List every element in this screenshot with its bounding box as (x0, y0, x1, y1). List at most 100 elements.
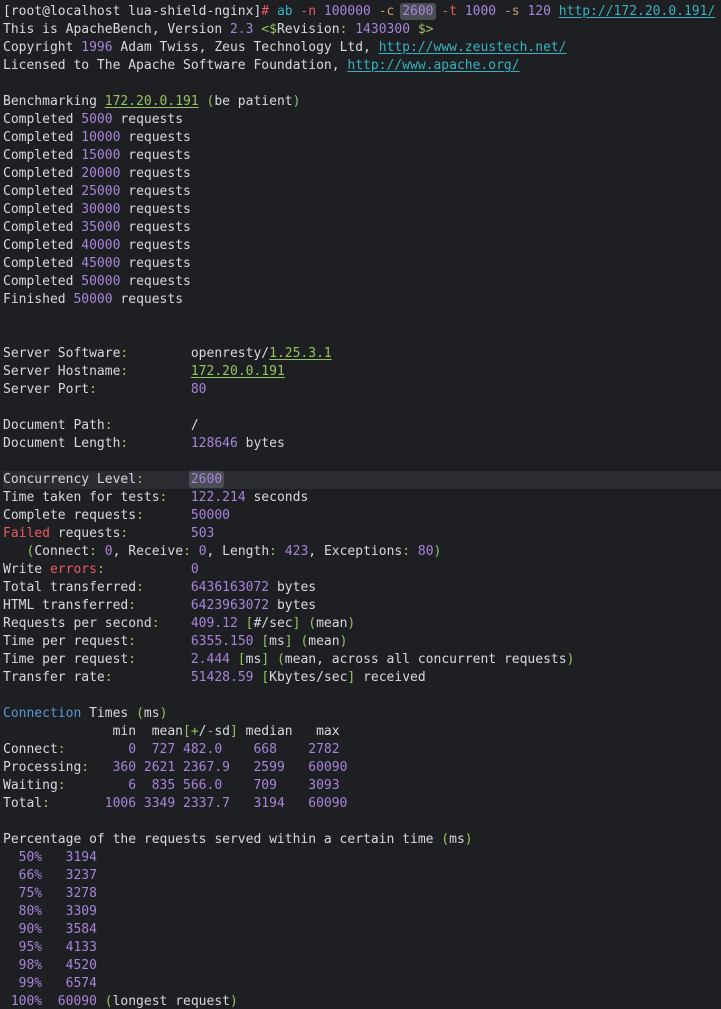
text-segment (97, 544, 105, 559)
copyright-line: Copyright 1996 Adam Twiss, Zeus Technolo… (3, 39, 721, 57)
flag-s: -s (504, 4, 520, 19)
text-segment: 90% 3584 (3, 922, 97, 937)
text-segment: ( (308, 616, 316, 631)
percentile-row: 95% 4133 (3, 939, 721, 957)
stat-server-hostname: Server Hostname: 172.20.0.191 (3, 363, 721, 381)
text-segment: 423 (285, 544, 308, 559)
text-segment (496, 4, 504, 19)
text-segment: Completed (3, 112, 81, 127)
text-segment: Document Length (3, 436, 120, 451)
text-segment: : (128, 652, 136, 667)
blank-line (3, 687, 721, 705)
text-segment (144, 472, 191, 487)
text-segment: + (191, 724, 199, 739)
finished-line: Finished 50000 requests (3, 291, 721, 309)
text-segment: ) (465, 832, 473, 847)
text-segment: , Receive (113, 544, 183, 559)
text-segment: bytes (238, 436, 285, 451)
text-segment: ] (285, 634, 293, 649)
text-segment: requests (120, 148, 190, 163)
text-segment: sd (214, 724, 230, 739)
stat-complete-requests: Complete requests: 50000 (3, 507, 721, 525)
stat-write-errors: Write errors: 0 (3, 561, 721, 579)
stat-document-length: Document Length: 128646 bytes (3, 435, 721, 453)
value-timeout: 120 (527, 4, 550, 19)
text-segment: 1.25.3.1 (269, 346, 332, 361)
text-segment: 10000 (81, 130, 120, 145)
flag-n: -n (300, 4, 316, 19)
shell-prompt: [root@localhost lua-shield-nginx] (3, 4, 261, 19)
connection-times-waiting: Waiting: 6 835 566.0 709 3093 (3, 777, 721, 795)
url-link[interactable]: http://172.20.0.191/ (559, 4, 716, 19)
text-segment: 1430300 (355, 22, 410, 37)
text-segment: Kbytes/sec (269, 670, 347, 685)
text-segment: ms (144, 706, 160, 721)
text-segment (230, 652, 238, 667)
text-segment: : (97, 562, 105, 577)
blank-line (3, 453, 721, 471)
text-segment: : (81, 760, 89, 775)
text-segment: : (128, 634, 136, 649)
text-segment (238, 616, 246, 631)
url-link[interactable]: http://www.apache.org/ (347, 58, 519, 73)
text-segment: ) (230, 994, 238, 1009)
stat-transfer-rate: Transfer rate: 51428.59 [Kbytes/sec] rec… (3, 669, 721, 687)
stat-requests-per-second: Requests per second: 409.12 [#/sec] (mea… (3, 615, 721, 633)
text-segment (410, 22, 418, 37)
text-segment: 6436163072 (191, 580, 269, 595)
benchmarking-line: Benchmarking 172.20.0.191 (be patient) (3, 93, 721, 111)
stat-total-transferred: Total transferred: 6436163072 bytes (3, 579, 721, 597)
text-segment: Server Hostname (3, 364, 120, 379)
text-segment: 100% 60090 (3, 994, 105, 1009)
text-segment: seconds (246, 490, 309, 505)
text-segment: / (199, 724, 207, 739)
text-segment: 50000 (191, 508, 230, 523)
text-segment: 128646 (191, 436, 238, 451)
text-segment: received (355, 670, 425, 685)
text-segment: 66% 3237 (3, 868, 97, 883)
text-segment: bytes (269, 580, 316, 595)
text-segment: Connect (3, 742, 58, 757)
text-segment: min mean (3, 724, 183, 739)
percentile-row: 80% 3309 (3, 903, 721, 921)
text-segment: requests (113, 112, 183, 127)
version-line: This is ApacheBench, Version 2.3 <$Revis… (3, 21, 721, 39)
text-segment (551, 4, 559, 19)
connection-times-columns: min mean[+/-sd] median max (3, 723, 721, 741)
text-segment: Completed (3, 184, 81, 199)
progress-line: Completed 15000 requests (3, 147, 721, 165)
text-segment: 0 727 482.0 668 2782 (66, 742, 340, 757)
text-segment: ( (277, 652, 285, 667)
text-segment: : (89, 382, 97, 397)
text-segment: : (402, 544, 410, 559)
text-segment (128, 436, 191, 451)
text-segment: ) (567, 652, 575, 667)
url-link[interactable]: http://www.zeustech.net/ (379, 40, 567, 55)
text-segment: errors (50, 562, 97, 577)
text-segment: Benchmarking (3, 94, 105, 109)
flag-t: -t (441, 4, 457, 19)
blank-line (3, 399, 721, 417)
terminal-output: [root@localhost lua-shield-nginx]# ab -n… (3, 3, 721, 1009)
text-segment (371, 4, 379, 19)
text-segment: ) (160, 706, 168, 721)
text-segment: Write (3, 562, 50, 577)
text-segment: [ (261, 634, 269, 649)
text-segment: mean, across all concurrent requests (285, 652, 567, 667)
percentile-row: 50% 3194 (3, 849, 721, 867)
text-segment: Connect (34, 544, 89, 559)
command-line: [root@localhost lua-shield-nginx]# ab -n… (3, 3, 721, 21)
text-segment: 20000 (81, 166, 120, 181)
command-ab: ab (277, 4, 293, 19)
text-segment: [ (238, 652, 246, 667)
text-segment: Percentage of the requests served within… (3, 832, 441, 847)
text-segment: : (183, 544, 191, 559)
text-segment: HTML transferred (3, 598, 128, 613)
percentile-row: 90% 3584 (3, 921, 721, 939)
text-segment: Completed (3, 256, 81, 271)
stat-server-port: Server Port: 80 (3, 381, 721, 399)
percentile-row: 99% 6574 (3, 975, 721, 993)
terminal-window[interactable]: [root@localhost lua-shield-nginx]# ab -n… (0, 0, 721, 1009)
text-segment: : (136, 580, 144, 595)
prompt-hash: # (261, 4, 269, 19)
